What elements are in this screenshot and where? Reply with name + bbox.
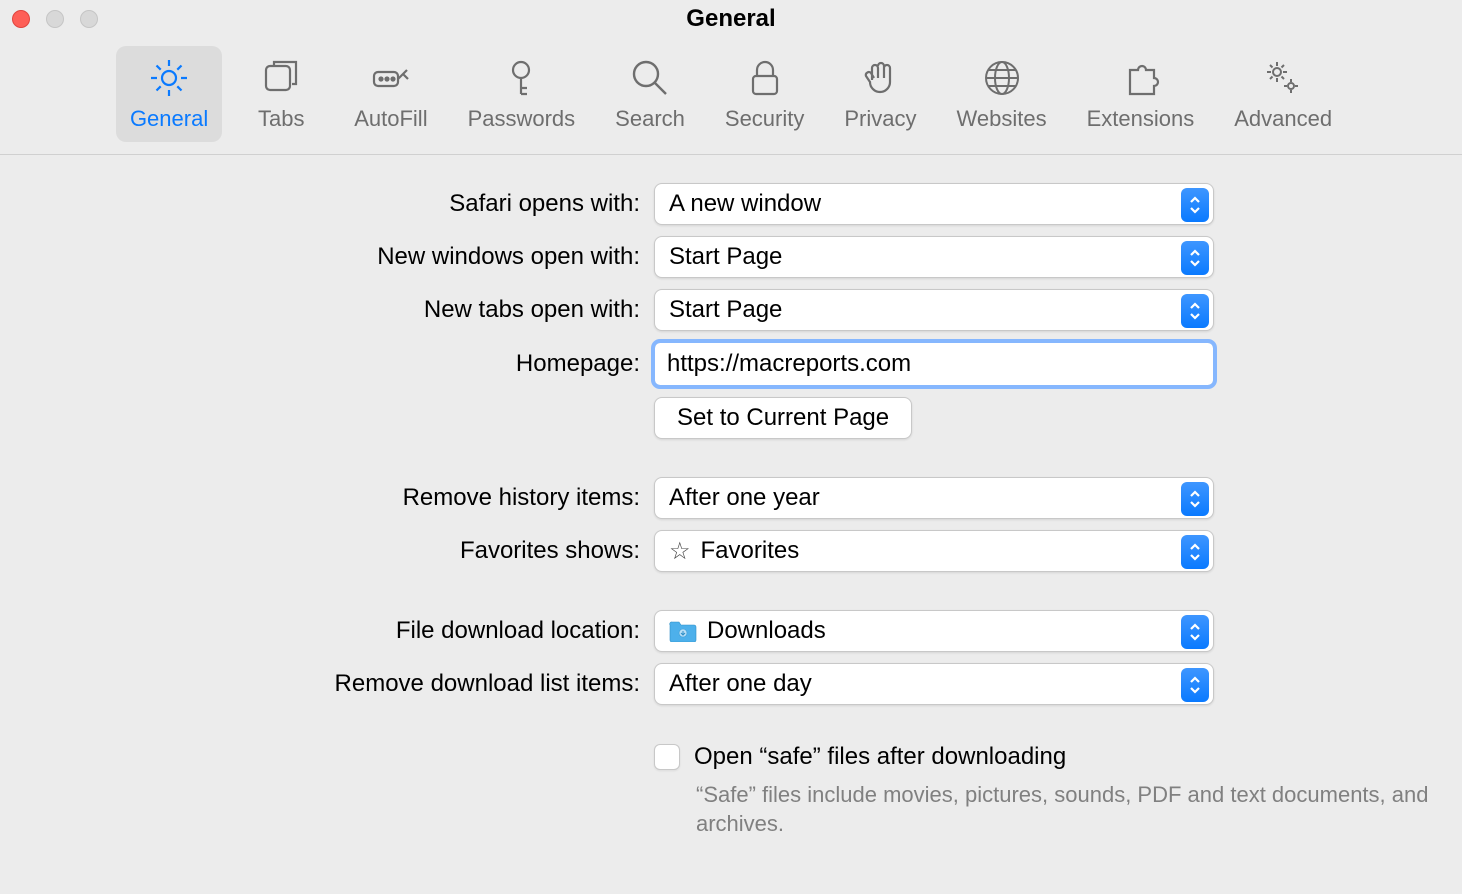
popup-value: After one year [669, 484, 820, 512]
new-windows-open-with-label: New windows open with: [0, 243, 654, 271]
favorites-shows-popup[interactable]: ☆ Favorites [654, 530, 1214, 572]
toolbar-label: Extensions [1087, 106, 1195, 132]
gears-icon [1261, 56, 1305, 100]
tabs-icon [259, 56, 303, 100]
new-tabs-open-with-label: New tabs open with: [0, 296, 654, 324]
toolbar-label: Search [615, 106, 685, 132]
toolbar-extensions[interactable]: Extensions [1073, 46, 1209, 142]
toolbar-label: General [130, 106, 208, 132]
safari-opens-with-popup[interactable]: A new window [654, 183, 1214, 225]
favorites-shows-label: Favorites shows: [0, 537, 654, 565]
file-download-location-popup[interactable]: Downloads [654, 610, 1214, 652]
new-windows-open-with-popup[interactable]: Start Page [654, 236, 1214, 278]
toolbar-label: Passwords [468, 106, 576, 132]
updown-icon [1181, 241, 1209, 275]
toolbar-label: AutoFill [354, 106, 427, 132]
toolbar-security[interactable]: Security [711, 46, 818, 142]
updown-icon [1181, 294, 1209, 328]
toolbar-advanced[interactable]: Advanced [1220, 46, 1346, 142]
open-safe-files-checkbox[interactable] [654, 744, 680, 770]
settings-content: Safari opens with: A new window New wind… [0, 155, 1462, 838]
search-icon [628, 56, 672, 100]
gear-icon [147, 56, 191, 100]
new-tabs-open-with-popup[interactable]: Start Page [654, 289, 1214, 331]
maximize-button[interactable] [80, 10, 98, 28]
safari-opens-with-label: Safari opens with: [0, 190, 654, 218]
traffic-lights [12, 10, 98, 28]
remove-history-items-label: Remove history items: [0, 484, 654, 512]
folder-icon [669, 620, 697, 642]
updown-icon [1181, 188, 1209, 222]
updown-icon [1181, 482, 1209, 516]
updown-icon [1181, 615, 1209, 649]
toolbar-label: Privacy [844, 106, 916, 132]
close-button[interactable] [12, 10, 30, 28]
popup-value: Start Page [669, 296, 782, 324]
popup-value: A new window [669, 190, 821, 218]
toolbar-tabs[interactable]: Tabs [234, 46, 328, 142]
homepage-field[interactable] [654, 342, 1214, 386]
toolbar-label: Security [725, 106, 804, 132]
toolbar-passwords[interactable]: Passwords [454, 46, 590, 142]
toolbar-search[interactable]: Search [601, 46, 699, 142]
titlebar: General [0, 0, 1462, 38]
puzzle-icon [1118, 56, 1162, 100]
preferences-toolbar: General Tabs AutoFill [0, 38, 1462, 155]
key-icon [499, 56, 543, 100]
toolbar-label: Tabs [258, 106, 304, 132]
updown-icon [1181, 668, 1209, 702]
popup-value: After one day [669, 670, 812, 698]
toolbar-general[interactable]: General [116, 46, 222, 142]
globe-icon [980, 56, 1024, 100]
remove-download-list-items-label: Remove download list items: [0, 670, 654, 698]
toolbar-label: Advanced [1234, 106, 1332, 132]
autofill-icon [369, 56, 413, 100]
lock-icon [743, 56, 787, 100]
window-title: General [12, 5, 1450, 33]
remove-history-items-popup[interactable]: After one year [654, 477, 1214, 519]
homepage-label: Homepage: [0, 350, 654, 378]
toolbar-privacy[interactable]: Privacy [830, 46, 930, 142]
toolbar-websites[interactable]: Websites [943, 46, 1061, 142]
popup-value: Start Page [669, 243, 782, 271]
popup-value: Favorites [701, 537, 800, 565]
toolbar-label: Websites [957, 106, 1047, 132]
popup-value: Downloads [707, 617, 826, 645]
file-download-location-label: File download location: [0, 617, 654, 645]
minimize-button[interactable] [46, 10, 64, 28]
hand-icon [858, 56, 902, 100]
remove-download-list-items-popup[interactable]: After one day [654, 663, 1214, 705]
open-safe-files-label: Open “safe” files after downloading [694, 743, 1066, 771]
safe-files-help-text: “Safe” files include movies, pictures, s… [696, 781, 1462, 838]
star-icon: ☆ [669, 537, 691, 566]
set-to-current-page-button[interactable]: Set to Current Page [654, 397, 912, 439]
updown-icon [1181, 535, 1209, 569]
toolbar-autofill[interactable]: AutoFill [340, 46, 441, 142]
